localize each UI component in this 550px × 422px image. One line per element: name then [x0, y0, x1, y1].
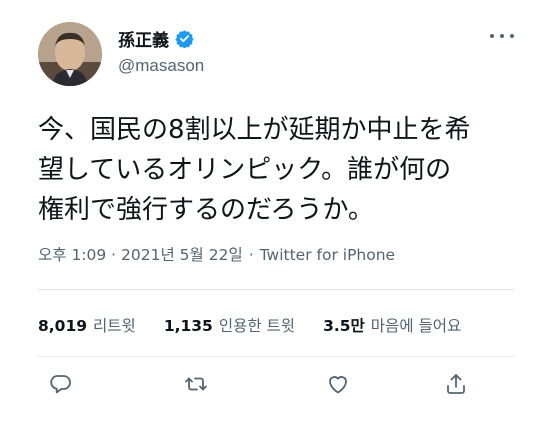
- retweet-icon: [184, 372, 208, 400]
- reply-button[interactable]: [46, 372, 74, 400]
- stat-label: 인용한 트윗: [218, 317, 296, 335]
- action-bar: [38, 372, 514, 402]
- heart-icon: [326, 372, 350, 400]
- comment-icon: [48, 372, 72, 400]
- quote-tweet-count[interactable]: 1,135 인용한 트윗: [164, 314, 295, 336]
- divider: [38, 289, 514, 290]
- retweet-button[interactable]: [182, 372, 210, 400]
- tweet-source[interactable]: Twitter for iPhone: [260, 246, 395, 264]
- share-button[interactable]: [442, 372, 470, 400]
- like-button[interactable]: [324, 372, 352, 400]
- stat-value: 3.5만: [323, 317, 365, 335]
- stat-value: 8,019: [38, 317, 88, 335]
- more-options-icon[interactable]: [490, 28, 514, 44]
- display-name[interactable]: 孫正義: [118, 26, 169, 51]
- stat-label: 마음에 들어요: [370, 317, 462, 335]
- share-icon: [444, 372, 468, 400]
- divider: [38, 356, 514, 357]
- avatar[interactable]: [38, 22, 102, 86]
- retweet-count[interactable]: 8,019 리트윗: [38, 314, 136, 336]
- tweet-detail: 孫正義 @masason 今、国民の8割以上が延期か中止を希 望しているオリンピ…: [0, 0, 550, 422]
- tweet-meta: 오후 1:09 · 2021년 5월 22일 · Twitter for iPhon…: [38, 243, 395, 265]
- timestamp[interactable]: 오후 1:09 · 2021년 5월 22일: [38, 246, 243, 264]
- tweet-stats: 8,019 리트윗 1,135 인용한 트윗 3.5만 마음에 들어요: [38, 314, 461, 336]
- handle[interactable]: @masason: [118, 56, 204, 76]
- tweet-text: 今、国民の8割以上が延期か中止を希 望しているオリンピック。誰が何の 権利で強行…: [38, 115, 471, 225]
- meta-separator: ·: [248, 246, 254, 264]
- like-count[interactable]: 3.5만 마음에 들어요: [323, 314, 461, 336]
- stat-label: 리트윗: [93, 317, 136, 335]
- verified-badge-icon: [175, 29, 194, 49]
- stat-value: 1,135: [163, 317, 213, 335]
- author-name-row[interactable]: 孫正義: [118, 26, 194, 51]
